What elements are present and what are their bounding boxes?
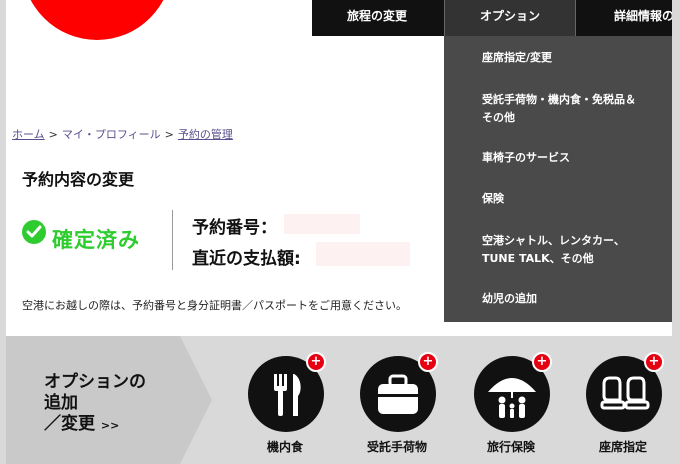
- breadcrumb-separator: >: [48, 128, 58, 141]
- top-nav: 旅程の変更 オプション 詳細情報の: [312, 0, 672, 36]
- nav-options[interactable]: オプション: [444, 0, 576, 36]
- breadcrumb-separator: >: [164, 128, 174, 141]
- more-link[interactable]: >>: [101, 419, 119, 432]
- plus-badge-icon: +: [418, 352, 438, 372]
- airport-notice: 空港にお越しの際は、予約番号と身分証明書／パスポートをご用意ください。: [22, 299, 407, 312]
- option-seat-label: 座席指定: [598, 440, 647, 454]
- booking-number-value: [284, 214, 360, 234]
- breadcrumb-profile[interactable]: マイ・プロフィール: [62, 128, 161, 141]
- dropdown-item-transport[interactable]: 空港シャトル、レンタカー、 TUNE TALK、その他: [482, 232, 662, 268]
- dropdown-item-seat[interactable]: 座席指定/変更: [482, 49, 662, 67]
- divider: [172, 210, 173, 270]
- options-banner: オプションの 追加 ／変更 >> + 機内食 + 受託手荷物 + 旅行保険 + …: [0, 336, 680, 464]
- options-dropdown: 座席指定/変更 受託手荷物・機内食・免税品＆ その他 車椅子のサービス 保険 空…: [444, 36, 672, 322]
- option-baggage-label: 受託手荷物: [366, 440, 427, 454]
- plus-badge-icon: +: [644, 352, 664, 372]
- options-heading-line1: オプションの: [44, 372, 146, 392]
- check-circle-icon: [22, 220, 46, 244]
- booking-status: 確定済み: [52, 228, 140, 252]
- options-heading-line2: 追加: [44, 393, 78, 413]
- brand-logo[interactable]: [22, 0, 172, 40]
- nav-travel-change[interactable]: 旅程の変更: [312, 0, 442, 36]
- arrow-right-icon: [180, 336, 212, 464]
- last-payment-label: 直近の支払額:: [192, 249, 301, 269]
- page: 旅程の変更 オプション 詳細情報の 座席指定/変更 受託手荷物・機内食・免税品＆…: [0, 0, 680, 464]
- plus-badge-icon: +: [532, 352, 552, 372]
- option-insurance-label: 旅行保険: [486, 440, 535, 454]
- dropdown-item-wheelchair[interactable]: 車椅子のサービス: [482, 149, 662, 167]
- options-heading-line3: ／変更: [44, 414, 95, 434]
- breadcrumb: ホーム > マイ・プロフィール > 予約の管理: [12, 126, 233, 142]
- page-title: 予約内容の変更: [22, 170, 135, 189]
- plus-badge-icon: +: [306, 352, 326, 372]
- dropdown-item-insurance[interactable]: 保険: [482, 190, 662, 208]
- option-meal-label: 機内食: [266, 440, 303, 454]
- booking-number-label: 予約番号：: [192, 218, 277, 238]
- nav-details[interactable]: 詳細情報の: [582, 0, 672, 36]
- breadcrumb-manage[interactable]: 予約の管理: [178, 128, 233, 141]
- breadcrumb-home[interactable]: ホーム: [12, 128, 45, 141]
- last-payment-value: [316, 242, 410, 266]
- dropdown-item-baggage[interactable]: 受託手荷物・機内食・免税品＆ その他: [482, 91, 662, 127]
- dropdown-item-infant[interactable]: 幼児の追加: [482, 290, 662, 308]
- options-heading[interactable]: オプションの 追加 ／変更 >>: [44, 372, 146, 436]
